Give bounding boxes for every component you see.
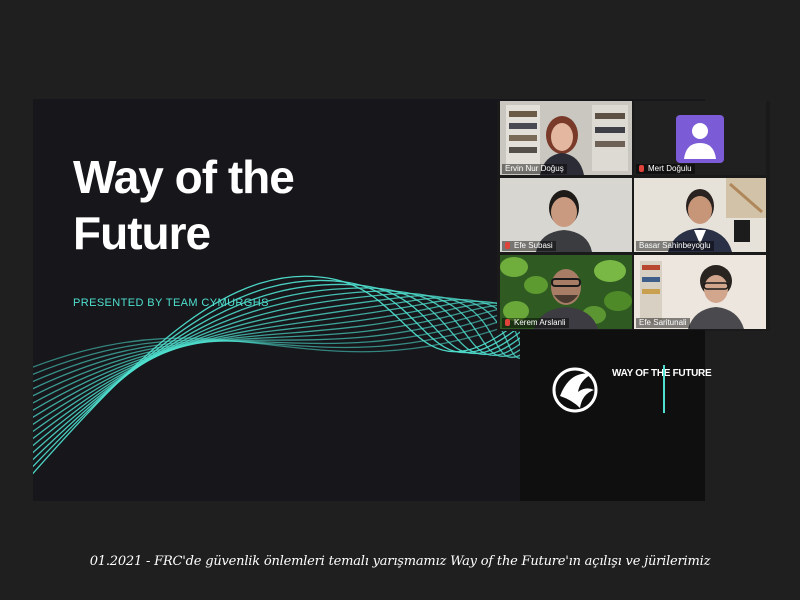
participant-name: Basar Sahinbeyoglu bbox=[636, 241, 714, 251]
mic-muted-icon bbox=[505, 319, 510, 326]
logo-panel: WAY OF THE FUTURE bbox=[520, 330, 712, 501]
slide-title: Way of the Future bbox=[73, 151, 295, 259]
participant-name: Efe Saritunali bbox=[636, 318, 690, 328]
participant-tile-1[interactable]: Ervin Nur Doğuş bbox=[500, 101, 632, 175]
participant-name: Ervin Nur Doğuş bbox=[502, 164, 567, 174]
participant-tile-2[interactable]: Mert Doğulu bbox=[634, 101, 766, 175]
participant-gallery: Ervin Nur Doğuş Mert Doğulu Efe Subasi B… bbox=[497, 101, 770, 331]
participant-tile-6[interactable]: Efe Saritunali bbox=[634, 255, 766, 329]
photo-caption: 01.2021 - FRC'de güvenlik önlemleri tema… bbox=[89, 554, 711, 569]
participant-tile-5[interactable]: Kerem Arslanli bbox=[500, 255, 632, 329]
logo-divider bbox=[663, 365, 665, 413]
participant-tile-3[interactable]: Efe Subasi bbox=[500, 178, 632, 252]
phoenix-logo-icon bbox=[552, 367, 598, 413]
event-logo: WAY OF THE FUTURE bbox=[612, 368, 712, 379]
participant-name: Mert Doğulu bbox=[636, 164, 695, 174]
mic-muted-icon bbox=[505, 242, 510, 249]
participant-tile-4[interactable]: Basar Sahinbeyoglu bbox=[634, 178, 766, 252]
participant-name: Efe Subasi bbox=[502, 241, 556, 251]
participant-name: Kerem Arslanli bbox=[502, 318, 569, 328]
mic-muted-icon bbox=[639, 165, 644, 172]
slide-subtitle: PRESENTED BY TEAM CYMURGHS bbox=[73, 297, 269, 309]
